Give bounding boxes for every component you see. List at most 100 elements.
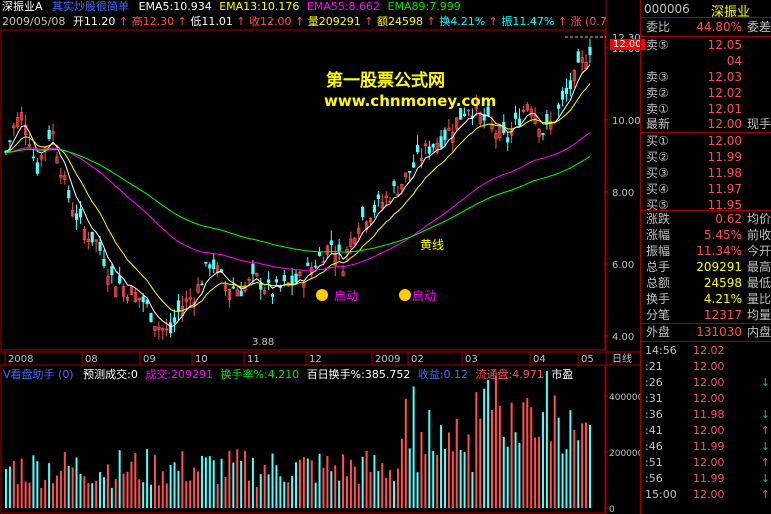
volume-axis-label: 400000 (609, 393, 640, 403)
candle-body (560, 90, 565, 100)
candle-body (513, 112, 518, 119)
outer-label: 外盘 (646, 325, 671, 339)
latest-hand-label: 现手 (746, 117, 771, 131)
volume-bar (569, 410, 572, 508)
tick-row: 15:00 12.00 ↑ (641, 488, 771, 502)
volume-bar (259, 474, 262, 508)
predict-volume: 预测成交:0 (83, 368, 138, 381)
volume-bar (32, 455, 35, 508)
volume-bar (52, 483, 55, 508)
volume-bar (185, 481, 188, 508)
volume-bar (263, 464, 266, 508)
volume-bar (298, 459, 301, 508)
volume-bar (275, 465, 278, 508)
bar-amount: 额24598 (377, 15, 423, 28)
tick-price: 12.00 (693, 424, 725, 437)
stat-1-extra: 前收 (746, 228, 771, 242)
candle-body (8, 140, 12, 143)
candle-body (78, 208, 83, 218)
stat-0-label: 涨跌 (646, 212, 671, 226)
volume-bar (44, 479, 47, 508)
tick-arrow-icon: ↓ (760, 408, 770, 421)
candle-body (231, 286, 235, 289)
volume-bar (557, 417, 560, 508)
volume-bar (589, 424, 591, 508)
stat-2-extra: 今开 (746, 244, 771, 258)
volume-bar (538, 436, 541, 508)
sell-4-row: 04 (641, 53, 771, 70)
volume-bar (63, 451, 66, 508)
time-axis-label: 08 (85, 354, 98, 365)
volume-bar (514, 432, 517, 508)
bar-low: 低11.01 (190, 15, 233, 28)
kline-chart-area[interactable]: 12.3012.0010.008.006.004.002008080910111… (0, 0, 645, 514)
candle-body (90, 231, 94, 243)
tick-row: :21 12.00 (641, 360, 771, 374)
candle-body (427, 146, 431, 154)
stat-5-row: 换手 4.21% 量比 (641, 291, 771, 308)
volume-bar (334, 465, 337, 508)
buy-2-label: 买② (646, 150, 669, 164)
volume-bar (110, 487, 113, 508)
outer-value: 131030 (696, 325, 742, 339)
volume-bar (573, 429, 576, 508)
tick-price: 12.00 (693, 392, 725, 405)
tick-time: :56 (645, 472, 663, 485)
bar-close: 收12.00 (249, 15, 292, 28)
volume-bar (193, 467, 196, 508)
volume-bar (228, 450, 231, 508)
inner-label: 内盘 (746, 325, 771, 339)
candle-body (110, 266, 114, 276)
kline-chart-svg[interactable]: 12.3012.0010.008.006.004.002008080910111… (0, 0, 640, 514)
volume-bar (487, 380, 490, 508)
volume-bar (541, 412, 544, 508)
bar-amplitude: 振11.47% (501, 15, 555, 28)
volume-bar (345, 476, 348, 508)
watermark-url: www.chnmoney.com (324, 92, 497, 110)
start-marker-icon (316, 289, 328, 301)
volume-bar (83, 476, 86, 508)
time-axis-label: 04 (533, 354, 546, 365)
time-axis-label: 05 (581, 354, 594, 365)
candle-body (337, 244, 341, 251)
candle-body (588, 46, 592, 56)
volume-bar (122, 473, 125, 508)
ema55-label: EMA55:8.662 (306, 0, 381, 13)
candle-body (200, 283, 204, 286)
volume-bar (267, 474, 270, 508)
volume-bar (357, 484, 360, 508)
volume-bar (322, 467, 325, 508)
volume-bar (134, 453, 137, 508)
tick-time: :21 (645, 360, 663, 373)
sell-3-value: 12.03 (707, 70, 742, 84)
day-line-label: 日线 (612, 352, 632, 365)
volume-bar (114, 478, 117, 508)
stat-5-extra: 量比 (746, 292, 771, 306)
bar-change: 涨 (0.75)6.67% (570, 15, 606, 28)
bar-date: 2009/05/08 (2, 15, 66, 28)
volume-bar (59, 470, 62, 508)
buy-1-label: 买① (646, 134, 669, 148)
indicator-title[interactable]: 其实炒股很简单 (52, 0, 129, 13)
volume-bar (506, 446, 509, 508)
volume-bar (91, 483, 94, 508)
ema13-label: EMA13:10.176 (219, 0, 300, 13)
candle-body (239, 290, 243, 297)
volume-bar (561, 453, 564, 508)
bar-turnover: 换4.21% (439, 15, 486, 28)
pe-ratio: 市盈 (551, 368, 574, 381)
stat-3-row: 总手 209291 最高 (641, 259, 771, 276)
annotation-start-1: 启动 (334, 289, 359, 303)
buy-1-value: 12.00 (707, 134, 742, 148)
buy-4-value: 11.97 (707, 182, 742, 196)
volume-bar (232, 462, 235, 508)
volume-bar (479, 418, 482, 508)
candle-body (361, 206, 365, 218)
weibi-value: 44.80% (696, 20, 742, 34)
price-axis-label: 10.00 (612, 116, 640, 127)
buy-2-row: 买② 11.99 (641, 149, 771, 166)
volume-bar (475, 392, 478, 508)
buy-3-label: 买③ (646, 166, 669, 180)
sub-indicator-name[interactable]: V看盘助手 (0) (3, 368, 74, 381)
volume-bar (498, 406, 501, 508)
